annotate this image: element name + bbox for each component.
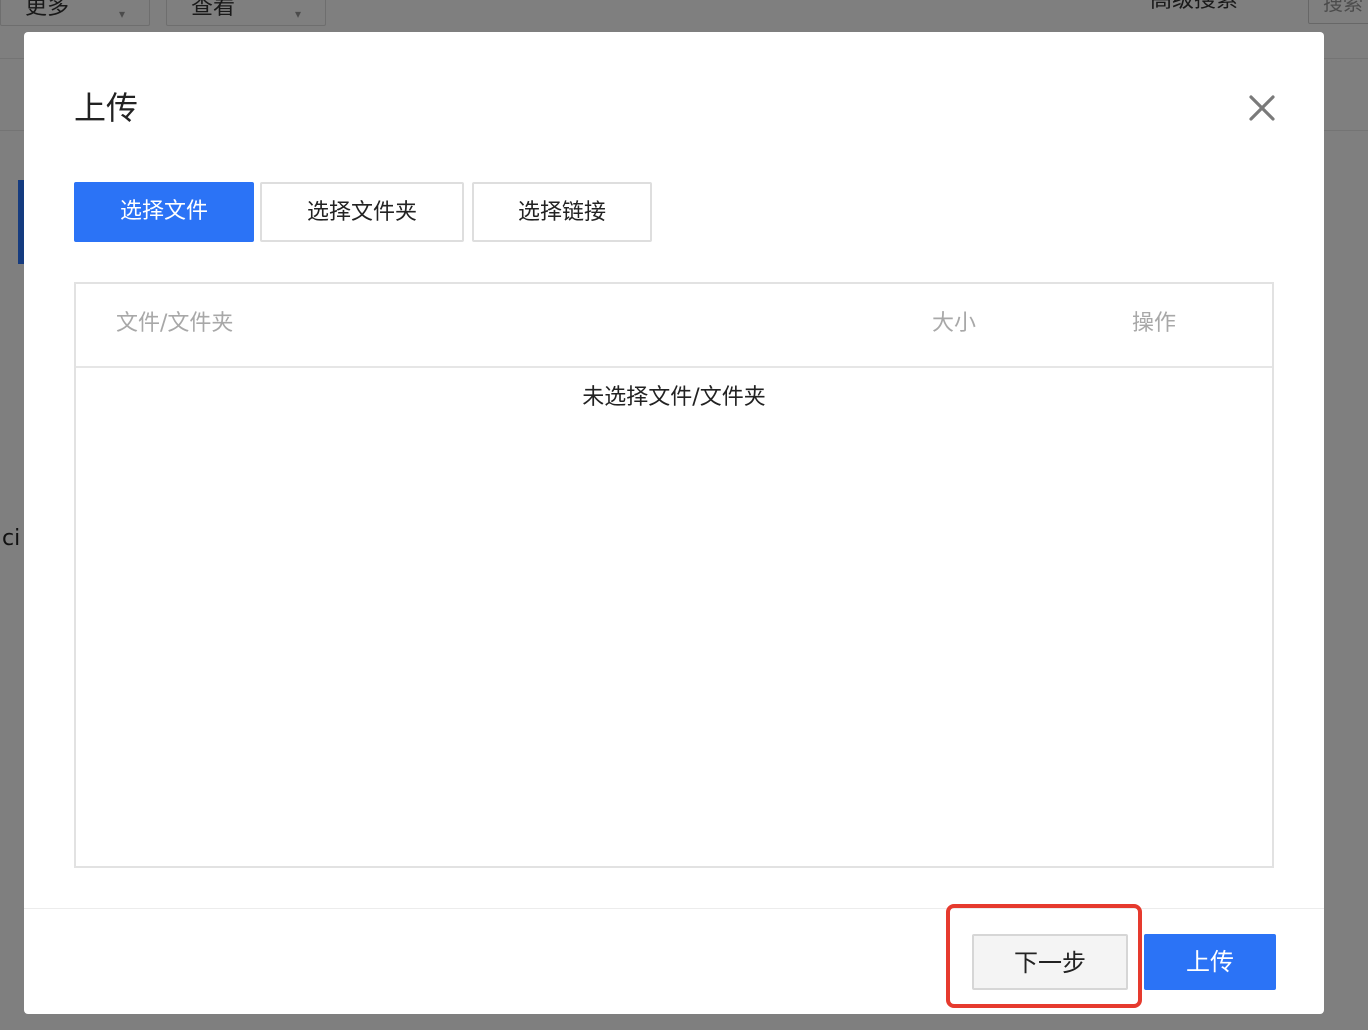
select-file-button[interactable]: 选择文件 (74, 182, 254, 242)
empty-message: 未选择文件/文件夹 (582, 385, 766, 410)
upload-button[interactable]: 上传 (1144, 934, 1276, 990)
file-table: 文件/文件夹 大小 操作 未选择文件/文件夹 (74, 282, 1274, 868)
close-icon (1249, 95, 1275, 121)
select-link-button[interactable]: 选择链接 (472, 182, 652, 242)
select-folder-button[interactable]: 选择文件夹 (260, 182, 464, 242)
column-header-name: 文件/文件夹 (116, 311, 234, 336)
table-header: 文件/文件夹 大小 操作 (76, 284, 1272, 368)
next-step-button[interactable]: 下一步 (972, 934, 1128, 990)
column-header-size: 大小 (932, 311, 977, 336)
footer-divider (24, 908, 1324, 909)
upload-dialog: 上传 选择文件 选择文件夹 选择链接 文件/文件夹 大小 操作 未选择文件/文件… (24, 32, 1324, 1014)
dialog-title: 上传 (74, 89, 139, 127)
column-header-action: 操作 (1132, 311, 1177, 336)
close-button[interactable] (1246, 92, 1278, 124)
